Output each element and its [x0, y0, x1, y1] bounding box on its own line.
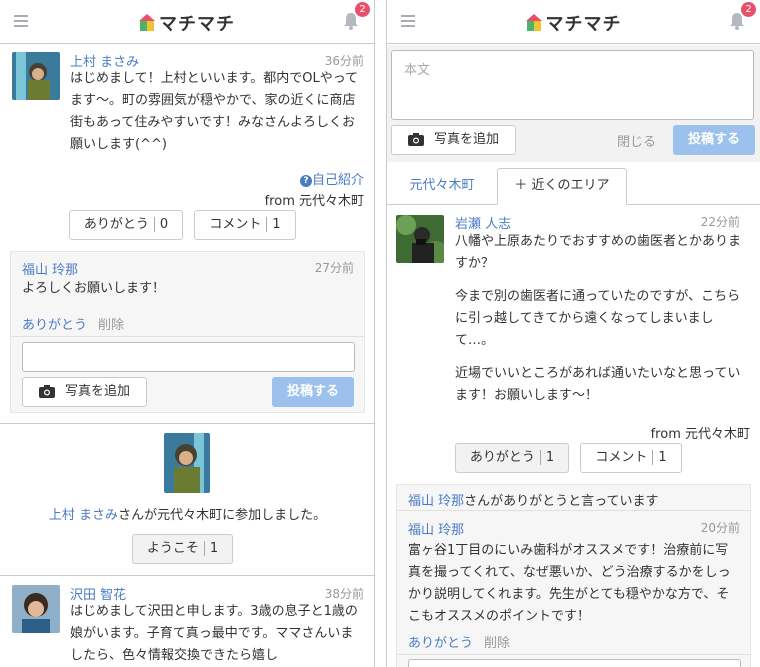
- comment-body: よろしくお願いします！: [22, 281, 166, 296]
- post-body: はじめまして沢田と申します。3歳の息子と1歳の娘がいます。子育て真っ最中です。マ…: [70, 604, 358, 663]
- post-location: from 元代々木町: [650, 427, 750, 442]
- comment-delete-link[interactable]: 削除: [98, 314, 124, 333]
- reply-input[interactable]: [22, 342, 355, 372]
- notification-badge: 2: [355, 2, 370, 17]
- avatar[interactable]: [12, 585, 60, 633]
- camera-icon: [38, 385, 55, 398]
- notification-badge: 2: [741, 2, 756, 17]
- header: マチマチ 2: [0, 0, 374, 44]
- post-submit-button[interactable]: 投稿する: [673, 125, 755, 155]
- comment-thanks-link[interactable]: ありがとう: [408, 632, 473, 651]
- join-user-name[interactable]: 上村 まさみ: [49, 508, 118, 523]
- post-body-paragraph-1: 八幡や上原あたりでおすすめの歯医者とかありますか？: [455, 234, 742, 271]
- divider: [397, 510, 750, 511]
- house-logo-icon: [525, 14, 542, 31]
- join-notice: 上村 まさみさんが元代々木町に参加しました。: [0, 504, 374, 523]
- thanks-label: ありがとう: [83, 217, 149, 232]
- comment-delete-link[interactable]: 削除: [484, 632, 510, 651]
- comment-button[interactable]: コメント 1: [194, 210, 296, 240]
- house-logo-icon: [139, 14, 155, 31]
- post-body-paragraph-2: 今まで別の歯医者に通っていたのですが、こちらに引っ越してきてから遠くなってしまい…: [455, 289, 741, 348]
- comment-label: コメント: [209, 217, 262, 232]
- comment-author-name[interactable]: 福山 玲那: [408, 519, 464, 538]
- add-photo-button[interactable]: 写真を追加: [391, 125, 516, 155]
- reply-input[interactable]: [408, 659, 741, 667]
- help-circle-icon: ?: [299, 175, 312, 187]
- left-panel: マチマチ 2 上村 まさみ 36分前 はじめまして！上村といいます。都内でOLや…: [0, 0, 375, 667]
- thanks-count: 1: [539, 450, 555, 465]
- tag-label: 自己紹介: [311, 173, 364, 188]
- post-body-paragraph-3: 近場でいいところがあれば通いたいなと思っています！お願いします〜！: [455, 366, 741, 403]
- thanks-label: ありがとう: [469, 450, 535, 465]
- welcome-button[interactable]: ようこそ 1: [132, 534, 233, 564]
- app-logo[interactable]: マチマチ: [525, 10, 622, 36]
- camera-icon: [407, 133, 424, 146]
- post-time: 38分前: [324, 587, 364, 601]
- compose-area: 本文 写真を追加 閉じる 投稿する: [387, 45, 760, 162]
- tab-area[interactable]: 元代々木町: [392, 168, 492, 204]
- thanks-button[interactable]: ありがとう 0: [69, 210, 183, 240]
- app-name: マチマチ: [159, 14, 235, 35]
- comment-label: コメント: [595, 450, 648, 465]
- comment-section: 福山 玲那さんがありがとうと言っています 福山 玲那 20分前 富ヶ谷1丁目のに…: [396, 484, 751, 667]
- right-panel: マチマチ 2 本文 写真を追加 閉じる 投稿する 元代々木町 ＋ 近くのエリア …: [386, 0, 760, 667]
- tab-nearby-area[interactable]: ＋ 近くのエリア: [497, 168, 627, 205]
- post-time: 36分前: [324, 54, 364, 68]
- welcome-label: ようこそ: [146, 541, 199, 556]
- avatar[interactable]: [164, 433, 210, 493]
- add-photo-button[interactable]: 写真を追加: [22, 377, 147, 407]
- comment-count: 1: [266, 217, 281, 232]
- header: マチマチ 2: [387, 0, 760, 44]
- post-time: 22分前: [700, 215, 740, 229]
- comment-time: 20分前: [700, 521, 740, 535]
- join-text: さんが元代々木町に参加しました。: [118, 508, 327, 523]
- post-author-name[interactable]: 岩瀬 人志: [455, 213, 511, 232]
- divider: [11, 336, 364, 337]
- thanked-text: さんがありがとうと言っています: [464, 494, 659, 509]
- comment-thanks-link[interactable]: ありがとう: [22, 314, 87, 333]
- thanked-user-name[interactable]: 福山 玲那: [408, 494, 464, 509]
- post-location: from 元代々木町: [264, 194, 364, 209]
- post-body: はじめまして！上村といいます。都内でOLやってます〜。町の雰囲気が穏やかで、家の…: [70, 71, 359, 152]
- thanked-notice: 福山 玲那さんがありがとうと言っています: [408, 490, 659, 509]
- post-tag[interactable]: ? 自己紹介: [299, 169, 364, 188]
- comment-time: 27分前: [314, 261, 354, 275]
- app-logo[interactable]: マチマチ: [139, 10, 235, 36]
- add-photo-label: 写真を追加: [433, 132, 499, 147]
- add-photo-label: 写真を追加: [64, 384, 130, 399]
- divider: [0, 423, 374, 424]
- comment-count: 1: [652, 450, 667, 465]
- menu-icon[interactable]: [14, 15, 28, 27]
- divider: [0, 575, 374, 576]
- comment-section: 福山 玲那 27分前 よろしくお願いします！ ありがとう 削除 写真を追加 投稿…: [10, 251, 365, 413]
- welcome-count: 1: [203, 541, 219, 556]
- body-textarea[interactable]: 本文: [391, 50, 754, 120]
- menu-icon[interactable]: [401, 15, 415, 27]
- panel-gap: [375, 0, 386, 667]
- comment-button[interactable]: コメント 1: [580, 443, 682, 473]
- avatar[interactable]: [12, 52, 60, 100]
- comment-author-name[interactable]: 福山 玲那: [22, 259, 78, 278]
- close-button[interactable]: 閉じる: [617, 131, 656, 150]
- thanks-button[interactable]: ありがとう 1: [455, 443, 569, 473]
- app-name: マチマチ: [545, 14, 622, 35]
- avatar[interactable]: [396, 215, 444, 263]
- comment-body: 富ヶ谷1丁目のにいみ歯科がオススメです！治療前に写真を撮ってくれて、なぜ悪いか、…: [408, 543, 731, 624]
- thanks-count: 0: [153, 217, 169, 232]
- post-submit-button[interactable]: 投稿する: [272, 377, 354, 407]
- divider: [397, 654, 750, 655]
